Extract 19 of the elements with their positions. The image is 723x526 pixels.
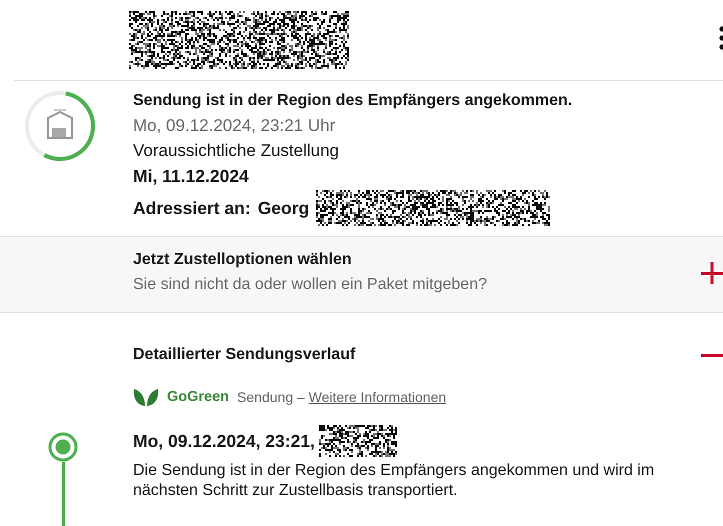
gogreen-label: GoGreen <box>167 389 230 405</box>
status-timestamp: Mo, 09.12.2024, 23:21 Uhr <box>133 115 336 137</box>
more-info-link[interactable]: Weitere Informationen <box>308 389 446 405</box>
delivery-date: Mi, 11.12.2024 <box>133 165 250 188</box>
delivery-label: Voraussichtliche Zustellung <box>133 140 340 162</box>
event-date: Mo, 09.12.2024, 23:21, <box>133 430 315 452</box>
status-title: Sendung ist in der Region des Empfängers angekommen. <box>133 91 572 111</box>
options-title: Jetzt Zustelloptionen wählen <box>133 250 353 270</box>
event-description: Die Sendung ist in der Region des Empfängers angekommen und wird im nächsten Schritt zur Zustellbasis transportiert. <box>133 461 656 501</box>
depot-status-icon <box>24 90 96 162</box>
leaf-icon <box>133 387 159 407</box>
gogreen-text: Sendung – Weitere Informationen <box>237 389 446 405</box>
delivery-options-panel[interactable]: Jetzt Zustelloptionen wählen Sie sind nicht da oder wollen ein Paket mitgeben? <box>0 236 723 313</box>
history-title: Detaillierter Sendungsverlauf <box>133 345 356 365</box>
plus-icon <box>701 262 723 284</box>
addressee-name: Georg <box>258 197 310 220</box>
options-subtitle: Sie sind nicht da oder wollen ein Paket mitgeben? <box>133 274 488 294</box>
addressed-label: Adressiert an: <box>133 197 251 220</box>
minus-icon <box>701 354 723 356</box>
